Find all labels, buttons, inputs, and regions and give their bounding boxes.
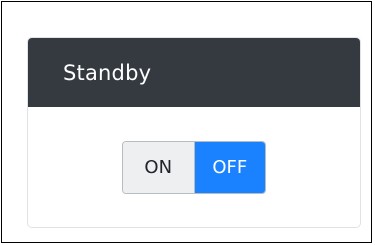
standby-panel: Standby ON OFF	[27, 37, 361, 228]
standby-toggle: ON OFF	[122, 141, 266, 194]
panel-body: ON OFF	[28, 107, 360, 227]
off-button[interactable]: OFF	[194, 142, 265, 193]
panel-header: Standby	[28, 38, 360, 107]
window-frame: Standby ON OFF	[1, 1, 372, 243]
panel-title: Standby	[63, 60, 152, 85]
on-button[interactable]: ON	[123, 142, 195, 193]
